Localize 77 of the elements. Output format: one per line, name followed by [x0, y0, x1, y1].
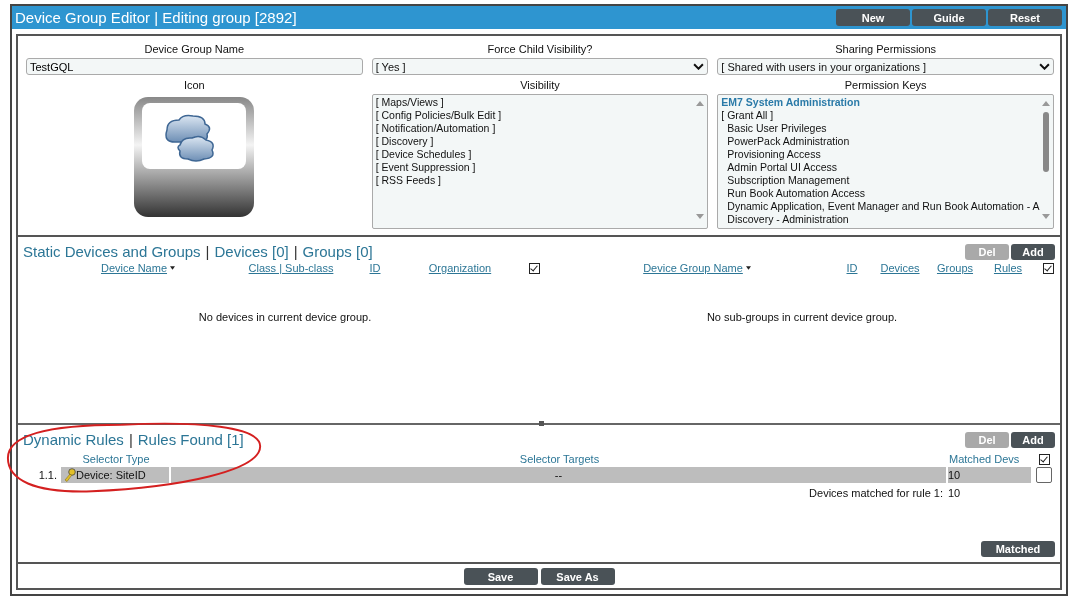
- select-field[interactable]: [ Shared with users in your organizations ]: [717, 58, 1054, 75]
- section-title: Devices [0]: [214, 243, 289, 260]
- chevron-down-icon: [1039, 63, 1050, 70]
- visibility-listbox[interactable]: [ Maps/Views ] [ Config Policies/Bulk Edit ] [ Notification/Automation ] [ Discovery ] [ Device Schedules ] [ Event Suppression ] [ RSS Feeds ]: [371, 94, 709, 229]
- list-option[interactable]: PowerPack Administration: [721, 135, 850, 148]
- field-label: Sharing Permissions: [835, 43, 937, 55]
- select-all-checkbox[interactable]: [1038, 453, 1050, 465]
- list-option[interactable]: Run Book Automation Access: [721, 187, 866, 200]
- cloud-icon[interactable]: [132, 95, 257, 219]
- column-header: Selector Targets: [518, 452, 601, 467]
- list-option[interactable]: [ Notification/Automation ]: [375, 122, 496, 135]
- name-input-field[interactable]: TestGQL: [26, 58, 363, 75]
- list-option[interactable]: Basic User Privileges: [721, 122, 827, 135]
- key-icon: [64, 468, 76, 482]
- empty-message: No devices in current device group.: [198, 311, 372, 323]
- list-option[interactable]: [ Config Policies/Bulk Edit ]: [375, 109, 502, 122]
- chevron-down-icon: [693, 63, 705, 70]
- field-label: Icon: [183, 79, 205, 91]
- table-cell: 10: [948, 467, 1033, 483]
- select-all-checkbox[interactable]: [528, 262, 540, 274]
- sort-caret-icon: [745, 266, 751, 270]
- selector-type-text: Device: SiteID: [76, 469, 146, 481]
- title-separator: |: [128, 431, 133, 448]
- field-label: Visibility: [520, 79, 560, 91]
- list-option[interactable]: Discovery - Administration: [721, 213, 849, 226]
- footer-button[interactable]: Save As: [540, 568, 615, 585]
- field-label: Permission Keys: [844, 79, 927, 91]
- row-checkbox[interactable]: [1036, 467, 1052, 483]
- column-header-link[interactable]: Device Group Name: [643, 262, 743, 274]
- matched-button[interactable]: Matched: [981, 541, 1055, 557]
- select-field[interactable]: [ Yes ]: [371, 58, 709, 75]
- sort-caret-icon: [170, 266, 175, 270]
- summary-label: Devices matched for rule 1:: [808, 486, 944, 499]
- column-header-link[interactable]: ID: [846, 262, 858, 274]
- list-option[interactable]: Provisioning Access: [721, 148, 821, 161]
- list-option[interactable]: Admin Portal UI Access: [721, 161, 838, 174]
- list-option[interactable]: [ Event Suppression ]: [375, 161, 476, 174]
- splitter-handle[interactable]: [539, 421, 544, 426]
- column-header-link[interactable]: Rules: [993, 262, 1023, 274]
- title-separator: |: [293, 243, 298, 260]
- list-option[interactable]: [ RSS Feeds ]: [375, 174, 441, 187]
- list-option[interactable]: EM7 System Administration: [721, 96, 860, 109]
- column-header: Selector Type: [81, 452, 151, 467]
- list-option[interactable]: Subscription Management: [721, 174, 850, 187]
- title-separator: |: [205, 243, 210, 260]
- empty-message: No sub-groups in current device group.: [706, 311, 898, 323]
- section-title: Groups [0]: [302, 243, 373, 260]
- row-number: 1.1.: [37, 469, 58, 481]
- select-all-checkbox[interactable]: [1042, 262, 1054, 274]
- column-header-link[interactable]: Organization: [428, 262, 492, 274]
- toolbar-button[interactable]: Reset: [988, 9, 1062, 26]
- field-label: Force Child Visibility?: [487, 43, 593, 55]
- column-header: Matched Devs: [948, 452, 1021, 467]
- table-cell: --: [171, 467, 948, 483]
- section-button[interactable]: Add: [1011, 243, 1055, 260]
- toolbar-button[interactable]: New: [836, 9, 910, 26]
- column-header-link[interactable]: Devices: [880, 262, 920, 274]
- list-option[interactable]: [ Maps/Views ]: [375, 96, 444, 109]
- summary-value: 10: [948, 486, 962, 499]
- footer-button[interactable]: Save: [463, 568, 538, 585]
- section-button[interactable]: Add: [1011, 431, 1055, 448]
- list-option[interactable]: [ Grant All ]: [721, 109, 774, 122]
- permission-keys-listbox[interactable]: [717, 94, 1054, 229]
- field-label: Device Group Name: [144, 43, 245, 55]
- list-option[interactable]: Dynamic Application, Event Manager and Run Book Automation - A: [721, 200, 1040, 213]
- section-title: Dynamic Rules: [23, 431, 124, 448]
- toolbar-button[interactable]: Guide: [912, 9, 986, 26]
- column-header-link[interactable]: Groups: [936, 262, 974, 274]
- column-header-link[interactable]: Class | Sub-class: [248, 262, 334, 274]
- table-cell[interactable]: Device: SiteID: [61, 467, 171, 483]
- list-option[interactable]: [ Device Schedules ]: [375, 148, 472, 161]
- section-title: Rules Found [1]: [137, 431, 244, 448]
- list-option[interactable]: [ Discovery ]: [375, 135, 434, 148]
- column-header-link[interactable]: ID: [369, 262, 381, 274]
- section-title: Static Devices and Groups: [23, 243, 201, 260]
- window-title: Device Group Editor | Editing group [2892]: [15, 9, 297, 26]
- column-header-link[interactable]: Device Name: [101, 262, 167, 274]
